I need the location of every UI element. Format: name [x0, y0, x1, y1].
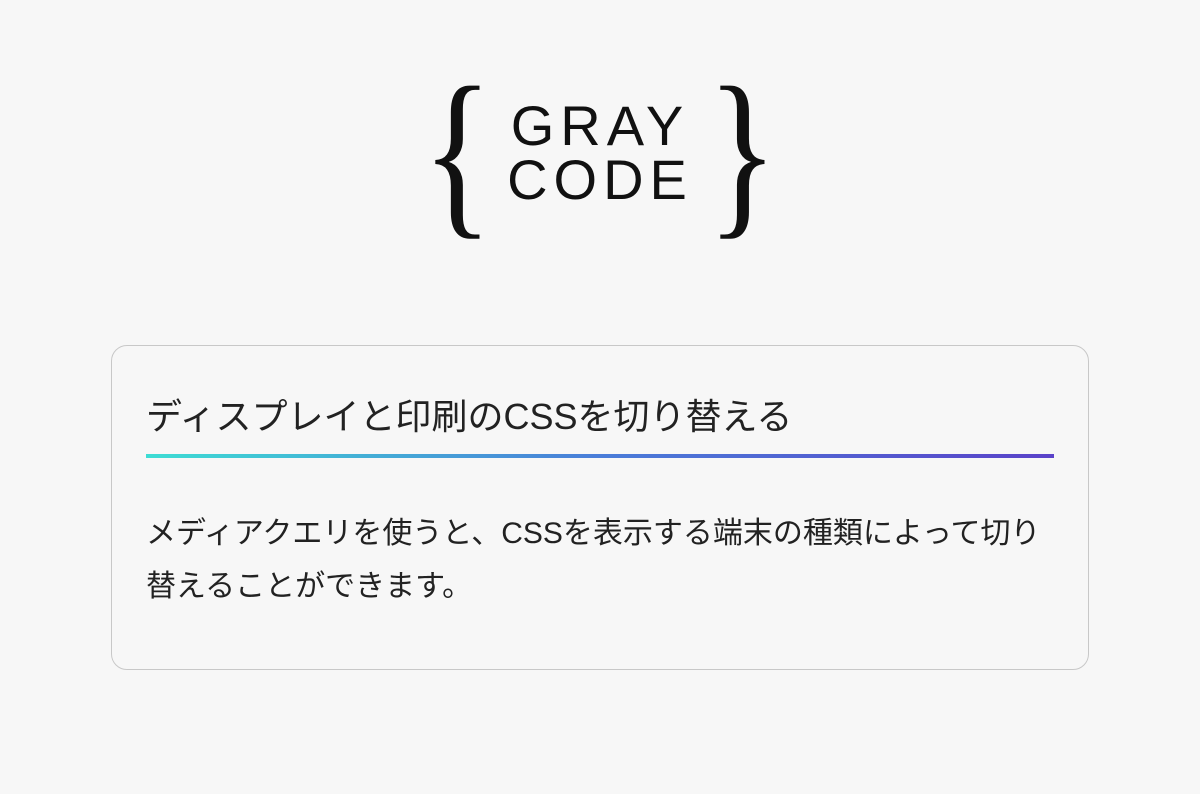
brace-left-icon: {	[422, 60, 493, 245]
logo-line-1: GRAY	[511, 99, 690, 152]
logo-inner: { GRAY CODE }	[413, 60, 786, 245]
logo-line-2: CODE	[507, 153, 693, 206]
logo-text: GRAY CODE	[502, 99, 698, 205]
site-logo: { GRAY CODE }	[0, 60, 1200, 245]
card-title: ディスプレイと印刷のCSSを切り替える	[146, 388, 1054, 458]
card-body: メディアクエリを使うと、CSSを表示する端末の種類によって切り替えることができま…	[146, 508, 1054, 613]
content-card: ディスプレイと印刷のCSSを切り替える メディアクエリを使うと、CSSを表示する…	[111, 345, 1089, 670]
brace-right-icon: }	[707, 60, 778, 245]
